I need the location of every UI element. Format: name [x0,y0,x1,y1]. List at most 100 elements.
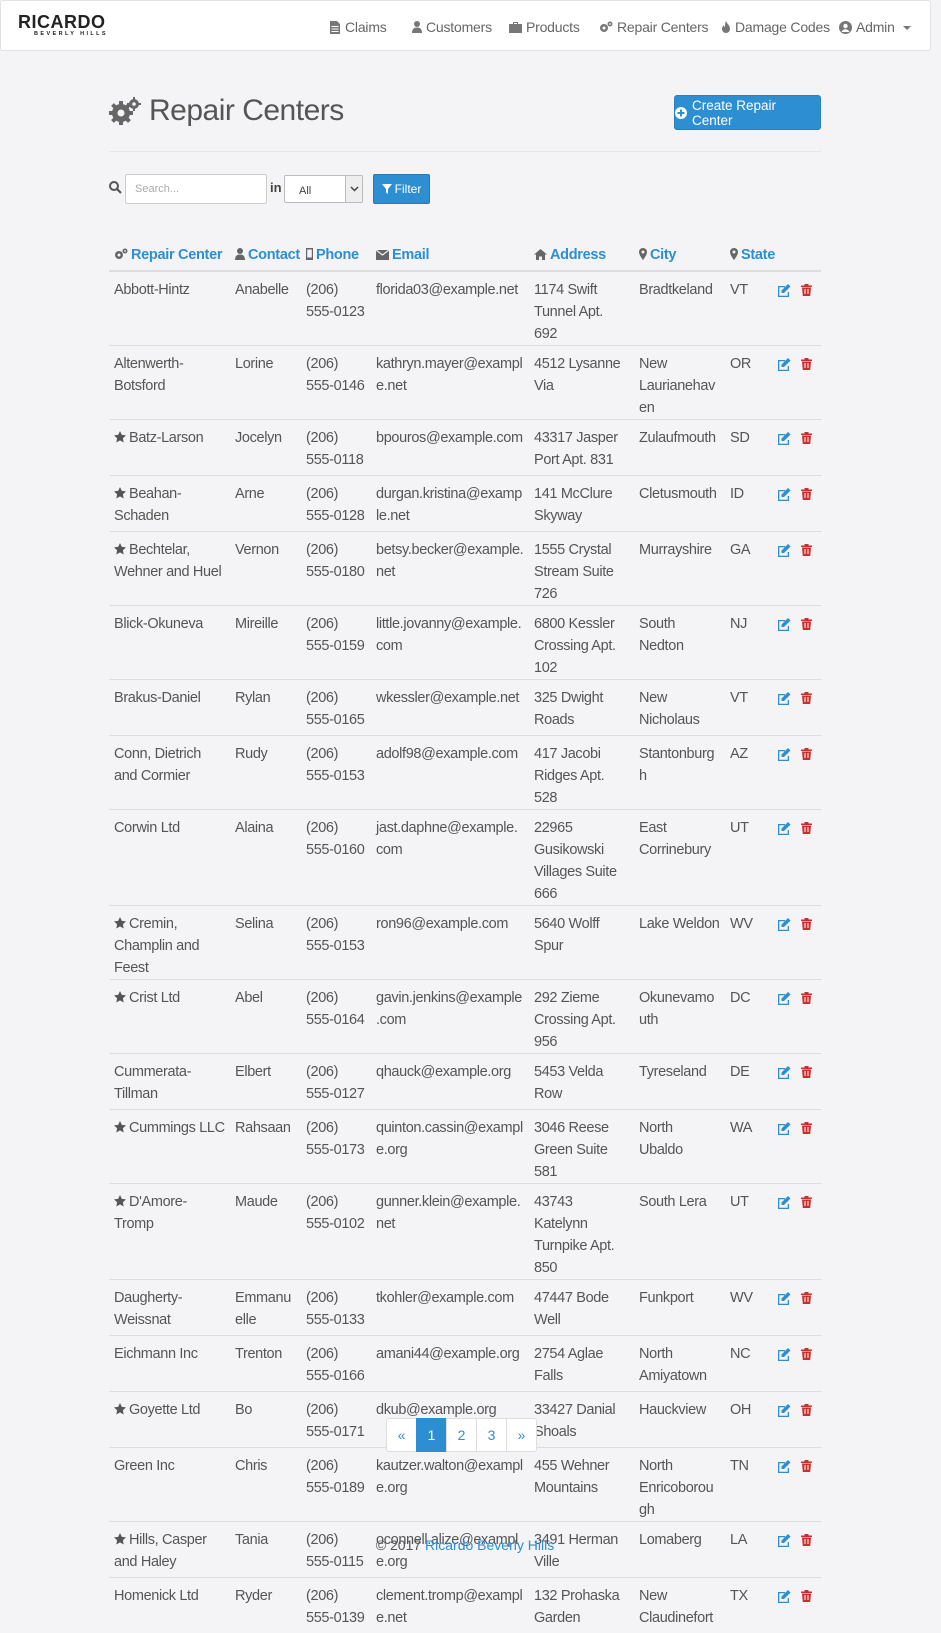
search-input[interactable] [125,174,267,204]
trash-icon[interactable] [801,618,812,631]
edit-icon[interactable] [777,692,791,705]
cell-actions [772,1184,821,1280]
brand-sub: BEVERLY HILLS [34,31,128,38]
trash-icon[interactable] [801,822,812,835]
edit-icon[interactable] [777,1066,791,1079]
edit-icon[interactable] [777,432,791,445]
cell-contact: Selina [230,906,301,980]
nav-damage-codes[interactable]: Damage Codes [721,17,830,37]
edit-icon[interactable] [777,284,791,297]
repair-center-name: Crist Ltd [129,990,180,1006]
cell-contact: Emmanuelle [230,1280,301,1336]
page-title: Repair Centers [149,94,344,128]
column-header-address[interactable]: Address [529,238,634,271]
cell-contact: Rahsaan [230,1110,301,1184]
cell-address: 292 Zieme Crossing Apt. 956 [529,980,634,1054]
cell-actions [772,980,821,1054]
nav-customers[interactable]: Customers [412,17,492,37]
cell-city: South Lera [634,1184,725,1280]
edit-icon[interactable] [777,1348,791,1361]
pagination-prev[interactable]: « [386,1418,417,1452]
cell-actions [772,346,821,420]
page-header: Repair Centers [109,94,344,128]
edit-icon[interactable] [777,1196,791,1209]
nav-repair-centers[interactable]: Repair Centers [599,17,708,37]
cell-email: amani44@example.org [371,1336,529,1392]
search-scope-select[interactable]: All [284,175,363,203]
home-icon [534,249,547,260]
trash-icon[interactable] [801,284,812,297]
cell-city: Okunevamouth [634,980,725,1054]
nav-products[interactable]: Products [509,17,580,37]
trash-icon[interactable] [801,918,812,931]
cell-contact: Lorine [230,346,301,420]
nav-claims[interactable]: Claims [329,17,387,37]
column-header-city[interactable]: City [634,238,725,271]
trash-icon[interactable] [801,1590,812,1603]
column-header-phone[interactable]: Phone [301,238,371,271]
trash-icon[interactable] [801,992,812,1005]
cell-state: VT [725,271,772,346]
repair-center-name: Conn, Dietrich and Cormier [114,746,201,784]
create-repair-center-button[interactable]: Create Repair Center [674,95,821,130]
pagination-page-1[interactable]: 1 [416,1418,447,1452]
edit-icon[interactable] [777,1122,791,1135]
trash-icon[interactable] [801,1122,812,1135]
edit-icon[interactable] [777,618,791,631]
cell-email: little.jovanny@example.com [371,606,529,680]
phone-area-code: (206) [306,1346,338,1362]
edit-icon[interactable] [777,488,791,501]
trash-icon[interactable] [801,692,812,705]
pagination-page-2[interactable]: 2 [446,1418,477,1452]
trash-icon[interactable] [801,1404,812,1417]
user-icon [412,21,422,33]
brand-logo[interactable]: RICARDO BEVERLY HILLS [18,13,128,39]
trash-icon[interactable] [801,748,812,761]
edit-icon[interactable] [777,992,791,1005]
edit-icon[interactable] [777,748,791,761]
trash-icon[interactable] [801,1196,812,1209]
edit-icon[interactable] [777,1404,791,1417]
trash-icon[interactable] [801,358,812,371]
filter-button[interactable]: Filter [373,174,430,204]
trash-icon[interactable] [801,1348,812,1361]
edit-icon[interactable] [777,822,791,835]
pagination-page-3[interactable]: 3 [476,1418,507,1452]
edit-icon[interactable] [777,358,791,371]
cell-actions [772,420,821,476]
file-icon [329,21,341,34]
footer-company-link[interactable]: Ricardo Beverly Hills [425,1537,554,1553]
trash-icon[interactable] [801,1292,812,1305]
cell-actions [772,1054,821,1110]
column-header-email[interactable]: Email [371,238,529,271]
cell-state: ID [725,476,772,532]
trash-icon[interactable] [801,488,812,501]
column-header-contact[interactable]: Contact [230,238,301,271]
column-header-state[interactable]: State [725,238,772,271]
column-header-repair-center[interactable]: Repair Center [109,238,230,271]
edit-icon[interactable] [777,1460,791,1473]
trash-icon[interactable] [801,1066,812,1079]
user-icon [235,248,245,260]
column-header-label: Address [550,247,606,263]
cell-repair-center: Cummings LLC [109,1110,230,1184]
repair-center-name: Homenick Ltd [114,1588,198,1604]
cell-email: gavin.jenkins@example.com [371,980,529,1054]
trash-icon[interactable] [801,544,812,557]
trash-icon[interactable] [801,1460,812,1473]
cell-city: New Nicholaus [634,680,725,736]
edit-icon[interactable] [777,1590,791,1603]
phone-number: 555-0153 [306,768,364,784]
edit-icon[interactable] [777,544,791,557]
nav-admin[interactable]: Admin [839,17,911,37]
edit-icon[interactable] [777,918,791,931]
cell-actions [772,532,821,606]
edit-icon[interactable] [777,1292,791,1305]
phone-number: 555-0123 [306,304,364,320]
map-marker-icon [730,248,738,260]
nav-admin-label: Admin [856,19,895,35]
phone-area-code: (206) [306,916,338,932]
pagination-next[interactable]: » [506,1418,537,1452]
cell-address: 3046 Reese Green Suite 581 [529,1110,634,1184]
trash-icon[interactable] [801,432,812,445]
